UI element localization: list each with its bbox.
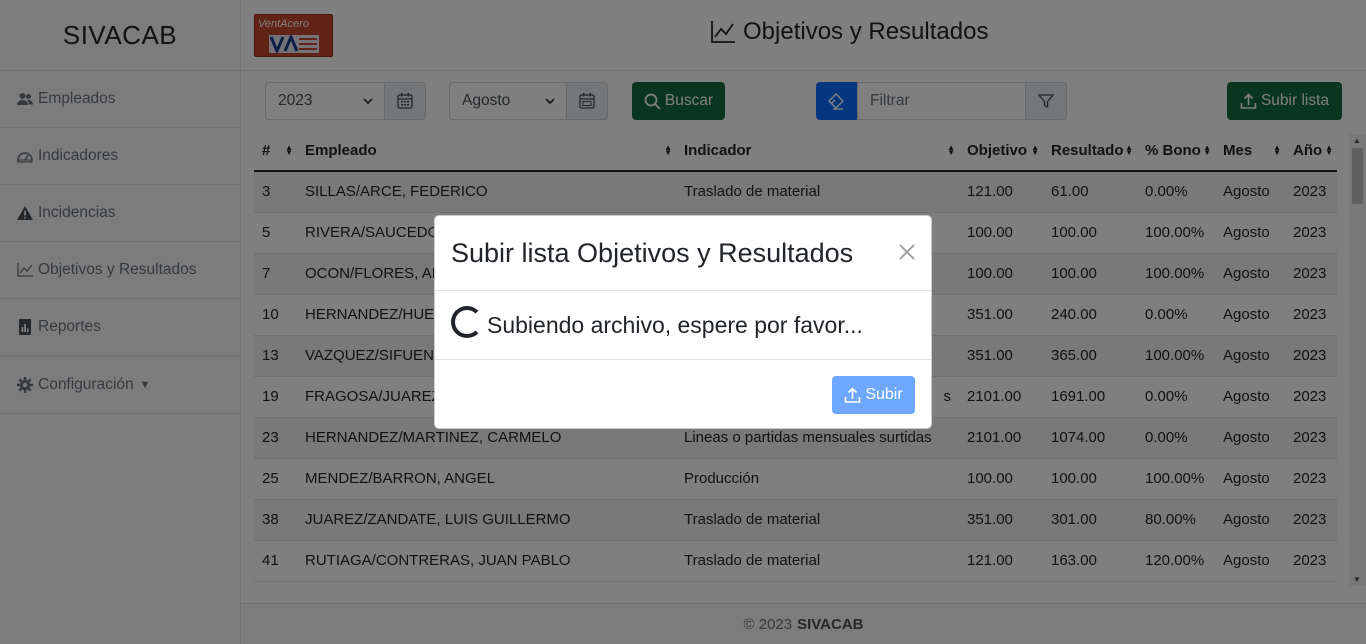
modal-footer: Subir	[435, 360, 931, 428]
loading-message: Subiendo archivo, espere por favor...	[487, 311, 863, 338]
loading-spinner	[451, 306, 483, 338]
upload-button[interactable]: Subir	[832, 376, 915, 414]
close-icon[interactable]	[897, 242, 917, 262]
modal-header: Subir lista Objetivos y Resultados	[435, 216, 931, 291]
modal-body: Subiendo archivo, espere por favor...	[435, 291, 931, 360]
modal-title: Subir lista Objetivos y Resultados	[451, 237, 854, 268]
upload-icon	[845, 386, 861, 403]
upload-button-label: Subir	[865, 386, 903, 403]
upload-modal: Subir lista Objetivos y Resultados Subie…	[434, 215, 932, 429]
